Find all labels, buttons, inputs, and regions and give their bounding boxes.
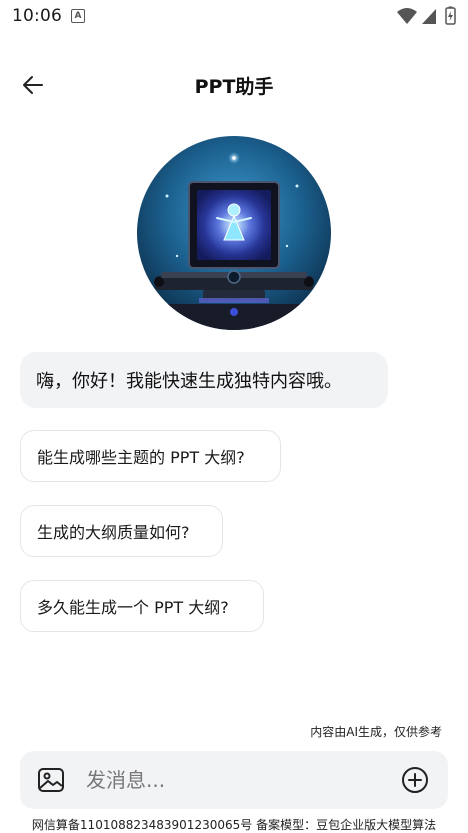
- signal-icon: [422, 9, 436, 24]
- plus-circle-icon[interactable]: [400, 765, 430, 795]
- status-icons: [397, 6, 456, 25]
- assistant-avatar: [137, 136, 331, 330]
- suggestion-chip-2[interactable]: 生成的大纲质量如何?: [20, 505, 223, 557]
- wifi-icon: [397, 8, 417, 24]
- message-input[interactable]: [86, 763, 386, 797]
- status-time: 10:06: [12, 6, 62, 26]
- suggestion-chip-1[interactable]: 能生成哪些主题的 PPT 大纲?: [20, 430, 281, 482]
- assistant-greeting-bubble: 嗨，你好！我能快速生成独特内容哦。: [20, 352, 388, 408]
- notification-icon: A: [71, 9, 85, 23]
- footer-filing-note: 网信算备110108823483901230065号 备案模型：豆包企业版大模型…: [31, 818, 437, 832]
- ai-assistant-avatar-icon: [137, 136, 331, 330]
- page-title: PPT助手: [194, 76, 274, 98]
- image-icon[interactable]: [36, 765, 66, 795]
- message-input-bar: [20, 751, 448, 809]
- suggestion-chip-3[interactable]: 多久能生成一个 PPT 大纲?: [20, 580, 264, 632]
- status-bar: 10:06 A: [0, 0, 468, 34]
- header: PPT助手: [0, 60, 468, 108]
- ai-disclaimer: 内容由AI生成，仅供参考: [310, 725, 442, 739]
- battery-charging-icon: [445, 6, 456, 25]
